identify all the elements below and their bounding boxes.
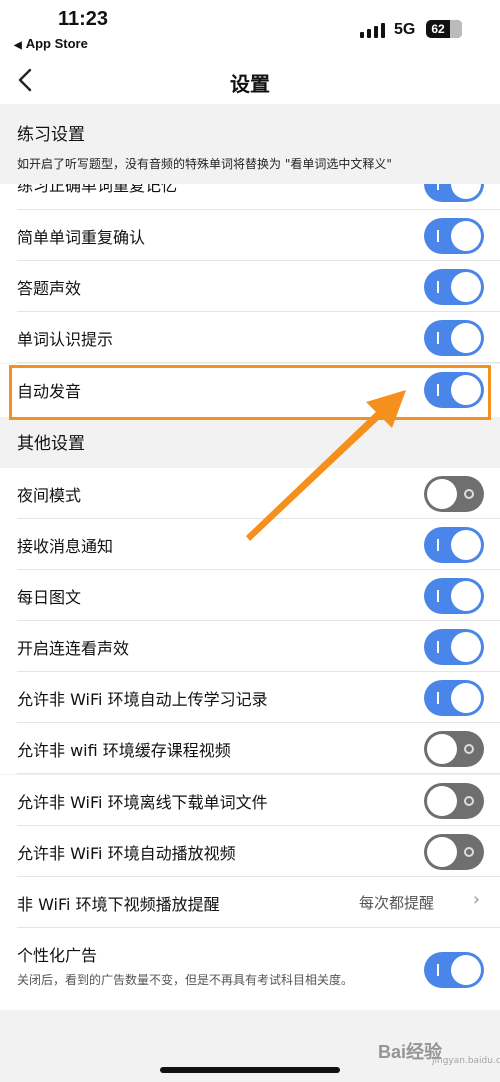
toggle-switch[interactable]	[424, 476, 484, 512]
settings-row-offline-download[interactable]: 允许非 WiFi 环境离线下载单词文件	[0, 775, 500, 826]
toggle-switch[interactable]	[424, 184, 484, 202]
settings-row-video-reminder[interactable]: 非 WiFi 环境下视频播放提醒 每次都提醒 ›	[0, 877, 500, 928]
row-label: 答题声效	[17, 279, 82, 298]
settings-row-personalized-ads[interactable]: 个性化广告 关闭后，看到的广告数量不变，但是不再具有考试科目相关度。	[0, 928, 500, 1010]
battery-level: 62	[431, 22, 445, 36]
back-to-app-store[interactable]: ◀ App Store	[14, 36, 88, 51]
toggle-switch[interactable]	[424, 320, 484, 356]
row-label: 开启连连看声效	[17, 639, 130, 658]
row-label: 夜间模式	[17, 486, 82, 505]
settings-row-answer-sound[interactable]: 答题声效	[0, 261, 500, 312]
other-section-header: 其他设置	[0, 417, 500, 468]
row-label: 接收消息通知	[17, 537, 114, 556]
toggle-switch[interactable]	[424, 269, 484, 305]
toggle-switch[interactable]	[424, 680, 484, 716]
settings-row-daily-article[interactable]: 每日图文	[0, 570, 500, 621]
settings-row-upload-records[interactable]: 允许非 WiFi 环境自动上传学习记录	[0, 672, 500, 723]
watermark-logo: Bai经验 jingyan.baidu.com	[370, 1020, 500, 1070]
practice-section-title: 练习设置	[17, 125, 85, 145]
settings-row-repeat-memory[interactable]: 练习正确单词重复记忆	[0, 184, 500, 210]
watermark-sub: jingyan.baidu.com	[432, 1056, 500, 1066]
row-label: 每日图文	[17, 588, 82, 607]
settings-row-match-sound[interactable]: 开启连连看声效	[0, 621, 500, 672]
toggle-switch[interactable]	[424, 629, 484, 665]
toggle-switch[interactable]	[424, 731, 484, 767]
back-triangle-icon: ◀	[14, 40, 22, 51]
other-section-title: 其他设置	[17, 434, 85, 454]
row-label: 允许非 WiFi 环境自动上传学习记录	[17, 690, 268, 709]
row-value: 每次都提醒	[358, 894, 434, 912]
network-type: 5G	[394, 21, 416, 38]
settings-row-simple-word-confirm[interactable]: 简单单词重复确认	[0, 210, 500, 261]
settings-row-word-hint[interactable]: 单词认识提示	[0, 312, 500, 363]
page-title: 设置	[230, 72, 270, 96]
row-label: 练习正确单词重复记忆	[17, 184, 178, 195]
row-label: 非 WiFi 环境下视频播放提醒	[17, 895, 220, 914]
settings-row-notifications[interactable]: 接收消息通知	[0, 519, 500, 570]
row-subtitle: 关闭后，看到的广告数量不变，但是不再具有考试科目相关度。	[17, 973, 354, 987]
toggle-switch[interactable]	[424, 218, 484, 254]
practice-section-note: 如开启了听写题型，没有音频的特殊单词将替换为 "看单词选中文释义"	[17, 157, 392, 171]
settings-row-cache-video[interactable]: 允许非 wifi 环境缓存课程视频	[0, 723, 500, 774]
toggle-switch[interactable]	[424, 952, 484, 988]
row-label: 简单单词重复确认	[17, 228, 146, 247]
toggle-switch[interactable]	[424, 527, 484, 563]
back-app-label: App Store	[25, 36, 88, 51]
settings-row-night-mode[interactable]: 夜间模式	[0, 468, 500, 519]
row-label: 单词认识提示	[17, 330, 114, 349]
status-bar: 11:23 ◀ App Store 5G 62	[0, 0, 500, 56]
row-label: 个性化广告	[17, 946, 98, 965]
status-time: 11:23	[58, 8, 109, 30]
settings-row-autoplay-video[interactable]: 允许非 WiFi 环境自动播放视频	[0, 826, 500, 877]
home-indicator	[160, 1067, 340, 1073]
toggle-switch[interactable]	[424, 578, 484, 614]
toggle-switch[interactable]	[424, 783, 484, 819]
signal-icon	[360, 22, 386, 38]
row-label: 允许非 wifi 环境缓存课程视频	[17, 741, 231, 760]
row-label: 允许非 WiFi 环境自动播放视频	[17, 844, 236, 863]
chevron-right-icon: ›	[472, 889, 480, 910]
battery-icon: 62	[426, 20, 462, 38]
row-label: 允许非 WiFi 环境离线下载单词文件	[17, 793, 268, 812]
highlight-box	[9, 365, 491, 420]
practice-section-header: 练习设置 如开启了听写题型，没有音频的特殊单词将替换为 "看单词选中文释义"	[0, 104, 500, 184]
toggle-switch[interactable]	[424, 834, 484, 870]
nav-bar: 设置	[0, 56, 500, 104]
